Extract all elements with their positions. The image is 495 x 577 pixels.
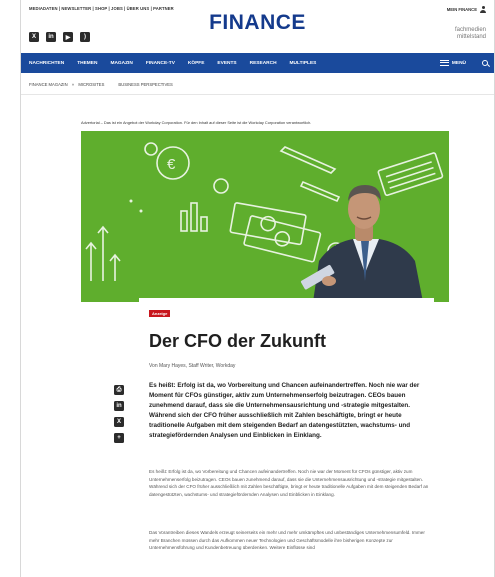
nav-item-research[interactable]: RESEARCH xyxy=(250,61,277,66)
linkedin-share-icon[interactable]: in xyxy=(114,401,124,411)
hero-image: € xyxy=(81,131,449,302)
search-icon[interactable] xyxy=(482,60,488,66)
article-paragraph-1: Es heißt: Erfolg ist da, wo Vorbereitung… xyxy=(149,469,429,497)
publisher-line-1: fachmedien xyxy=(454,27,486,33)
publisher-line-2: mittelstand xyxy=(456,33,486,40)
nav-item-themen[interactable]: THEMEN xyxy=(77,61,97,66)
publisher-logo[interactable]: fachmedien mittelstand xyxy=(455,27,486,40)
nav-actions: MENÜ xyxy=(439,53,488,73)
page-frame: MEDIADATEN | NEWSLETTER | SHOP | JOBS | … xyxy=(20,0,495,577)
youtube-icon[interactable]: ▶ xyxy=(63,32,73,42)
breadcrumb: FINANCE MAGAZIN » MICROSITES BUSINESS PE… xyxy=(29,82,173,87)
nav-item-multiples[interactable]: MULTIPLES xyxy=(290,61,317,66)
article-title: Der CFO der Zukunft xyxy=(149,331,327,351)
article-paragraph-2: Das Vorantreiben dieses Wandels erzeugt … xyxy=(149,530,425,550)
main-nav: NACHRICHTEN THEMEN MAGAZIN FINANCE-TV KÖ… xyxy=(21,53,494,73)
header-divider xyxy=(21,94,494,95)
share-bar: ⎙ in X + xyxy=(114,385,124,443)
rss-icon[interactable]: ) xyxy=(80,32,90,42)
nav-item-events[interactable]: EVENTS xyxy=(217,61,236,66)
article-byline: Von Mary Hayes, Staff Writer, Workday xyxy=(149,363,236,369)
breadcrumb-separator: » xyxy=(71,82,75,87)
xing-share-icon[interactable]: X xyxy=(114,417,124,427)
nav-item-nachrichten[interactable]: NACHRICHTEN xyxy=(29,61,64,66)
hero-illustration: € xyxy=(81,131,449,302)
article-card-top xyxy=(139,298,434,320)
menu-label: MENÜ xyxy=(451,60,466,66)
sponsored-tag: Anzeige xyxy=(149,310,171,317)
breadcrumb-magazin[interactable]: FINANCE MAGAZIN xyxy=(29,82,68,87)
xing-icon[interactable]: X xyxy=(29,32,39,42)
social-links: X in ▶ ) xyxy=(29,32,90,42)
svg-text:€: € xyxy=(167,156,176,173)
linkedin-icon[interactable]: in xyxy=(46,32,56,42)
menu-button[interactable]: MENÜ xyxy=(439,60,466,66)
plus-icon[interactable]: + xyxy=(114,433,124,443)
nav-item-finance-tv[interactable]: FINANCE-TV xyxy=(146,61,175,66)
nav-item-koepfe[interactable]: KÖPFE xyxy=(188,61,205,66)
article-lead: Es heißt: Erfolg ist da, wo Vorbereitung… xyxy=(149,382,420,439)
site-logo[interactable]: FINANCE xyxy=(21,11,494,35)
advertorial-note: Advertorial – Das ist ein Angebot der Wo… xyxy=(81,120,312,125)
nav-item-magazin[interactable]: MAGAZIN xyxy=(110,61,132,66)
hamburger-icon xyxy=(439,60,449,66)
print-icon[interactable]: ⎙ xyxy=(114,385,124,395)
breadcrumb-microsites[interactable]: MICROSITES xyxy=(78,82,104,87)
breadcrumb-business-perspectives[interactable]: BUSINESS PERSPECTIVES xyxy=(118,82,172,87)
